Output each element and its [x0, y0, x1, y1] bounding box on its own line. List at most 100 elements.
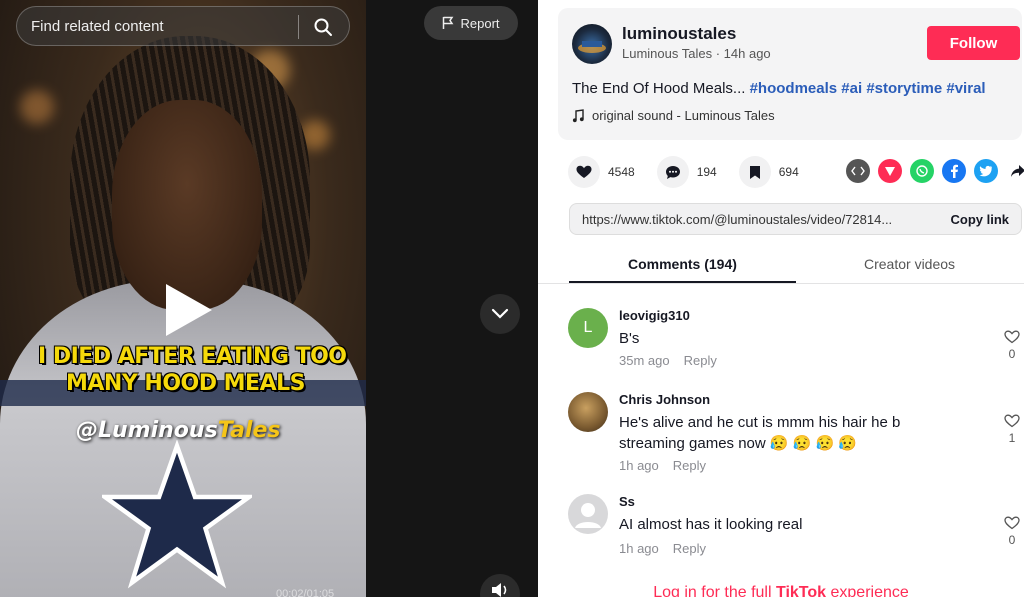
- comment-time: 1h ago: [619, 458, 659, 473]
- share-arrow-glyph: [1011, 165, 1024, 177]
- heart-icon: [576, 165, 592, 178]
- search-divider: [298, 15, 299, 39]
- comment-time: 35m ago: [619, 353, 670, 368]
- twitter-icon[interactable]: [974, 159, 998, 183]
- login-banner[interactable]: Log in for the full TikTok experience: [538, 584, 1024, 597]
- copy-link-button[interactable]: Copy link: [950, 212, 1009, 227]
- report-button[interactable]: Report: [424, 6, 518, 40]
- watermark-tail: Tales: [217, 418, 281, 443]
- follow-button[interactable]: Follow: [927, 26, 1020, 60]
- author-card: luminoustales Luminous Tales · 14h ago F…: [558, 8, 1022, 140]
- video-panel: I DIED AFTER EATING TOO MANY HOOD MEALS …: [0, 0, 538, 597]
- default-user-icon: [575, 503, 601, 528]
- comment-username[interactable]: leovigig310: [619, 308, 690, 323]
- facebook-glyph: [951, 164, 958, 178]
- hashtag-link[interactable]: #viral: [946, 80, 985, 97]
- embed-glyph: [851, 166, 865, 176]
- heart-outline-icon: [1004, 330, 1020, 344]
- hashtag-link[interactable]: #hoodmeals: [750, 80, 838, 97]
- reply-button[interactable]: Reply: [673, 541, 706, 556]
- video-link-url[interactable]: https://www.tiktok.com/@luminoustales/vi…: [582, 212, 932, 227]
- avatar-image-icon: [578, 41, 606, 53]
- like-circle: [568, 156, 600, 188]
- comment-icon: [665, 165, 680, 179]
- tab-creator-videos[interactable]: Creator videos: [864, 256, 955, 272]
- comment-like[interactable]: 0: [1002, 516, 1022, 547]
- comment-text: He's alive and he cut is mmm his hair he…: [619, 414, 901, 452]
- volume-icon: [492, 583, 507, 597]
- search-icon[interactable]: [313, 17, 333, 37]
- comment-like-count: 1: [1008, 431, 1016, 445]
- report-label: Report: [460, 15, 500, 31]
- avatar[interactable]: [568, 494, 608, 534]
- whatsapp-glyph: [916, 165, 928, 177]
- hashtag-link[interactable]: #ai: [841, 80, 862, 97]
- comment-like[interactable]: 0: [1002, 330, 1022, 361]
- search-input[interactable]: Find related content: [16, 6, 350, 46]
- tiktok-share-icon[interactable]: [878, 159, 902, 183]
- comment-time: 1h ago: [619, 541, 659, 556]
- next-video-button[interactable]: [480, 294, 520, 334]
- comment-meta: 35m ago Reply: [619, 353, 717, 368]
- hashtag-link[interactable]: #storytime: [866, 80, 942, 97]
- like-button[interactable]: 4548: [568, 156, 635, 188]
- heart-outline-icon: [1004, 516, 1020, 530]
- comment-tabs: Comments (194) Creator videos: [538, 246, 1024, 284]
- facebook-icon[interactable]: [942, 159, 966, 183]
- tab-active-indicator: [569, 281, 796, 283]
- star-logo-icon: [102, 440, 252, 589]
- like-count: 4548: [608, 165, 635, 179]
- author-display-name: Luminous Tales: [622, 46, 713, 61]
- comment-count: 194: [696, 165, 717, 179]
- reply-button[interactable]: Reply: [673, 458, 706, 473]
- login-prefix: Log in for the full: [653, 584, 776, 597]
- send-glyph: [885, 167, 895, 176]
- author-username[interactable]: luminoustales: [622, 24, 736, 44]
- flag-icon: [443, 16, 454, 29]
- sound-label: original sound - Luminous Tales: [592, 108, 775, 123]
- save-circle: [738, 156, 771, 188]
- comment-circle: [656, 156, 689, 188]
- avatar[interactable]: [572, 24, 612, 64]
- video-timecode: 00:02/01:05: [276, 588, 335, 597]
- share-icons: [846, 159, 1024, 183]
- video-link-box[interactable]: https://www.tiktok.com/@luminoustales/vi…: [569, 203, 1022, 235]
- video-caption-line2: MANY HOOD MEALS: [66, 371, 305, 396]
- twitter-glyph: [979, 165, 992, 177]
- comment-meta: 1h ago Reply: [619, 541, 706, 556]
- login-brand: TikTok: [775, 584, 827, 597]
- comment-like-count: 0: [1008, 533, 1016, 547]
- bookmark-icon: [749, 165, 760, 179]
- video-caption-line1: I DIED AFTER EATING TOO: [38, 344, 347, 369]
- search-placeholder: Find related content: [31, 17, 164, 35]
- chevron-down-icon: [491, 308, 509, 319]
- description-text: The End Of Hood Meals...: [572, 80, 746, 97]
- reply-button[interactable]: Reply: [684, 353, 717, 368]
- sound-link[interactable]: original sound - Luminous Tales: [572, 108, 775, 123]
- video-player[interactable]: I DIED AFTER EATING TOO MANY HOOD MEALS …: [0, 0, 366, 597]
- author-subline: Luminous Tales · 14h ago: [622, 46, 771, 61]
- face-shape: [112, 100, 262, 310]
- save-count: 694: [778, 165, 799, 179]
- post-description: The End Of Hood Meals... #hoodmeals #ai …: [572, 80, 986, 97]
- whatsapp-icon[interactable]: [910, 159, 934, 183]
- share-arrow-icon[interactable]: [1006, 159, 1024, 183]
- avatar[interactable]: [568, 392, 608, 432]
- video-watermark: @LuminousTales: [76, 418, 281, 443]
- login-suffix: experience: [826, 584, 909, 597]
- play-icon[interactable]: [162, 282, 214, 338]
- save-button[interactable]: 694: [738, 156, 799, 188]
- embed-icon[interactable]: [846, 159, 870, 183]
- info-panel: luminoustales Luminous Tales · 14h ago F…: [538, 0, 1024, 597]
- post-time: 14h ago: [723, 46, 771, 61]
- comment-text: B's: [619, 330, 640, 347]
- music-note-icon: [572, 108, 584, 122]
- comment-like[interactable]: 1: [1002, 414, 1022, 445]
- comment-username[interactable]: Ss: [619, 494, 635, 509]
- comment-button[interactable]: 194: [656, 156, 717, 188]
- avatar[interactable]: L: [568, 308, 608, 348]
- comment-text: AI almost has it looking real: [619, 516, 803, 533]
- tab-comments[interactable]: Comments (194): [628, 256, 737, 272]
- comment-username[interactable]: Chris Johnson: [619, 392, 710, 407]
- engagement-stats: 4548 194 694: [568, 156, 821, 188]
